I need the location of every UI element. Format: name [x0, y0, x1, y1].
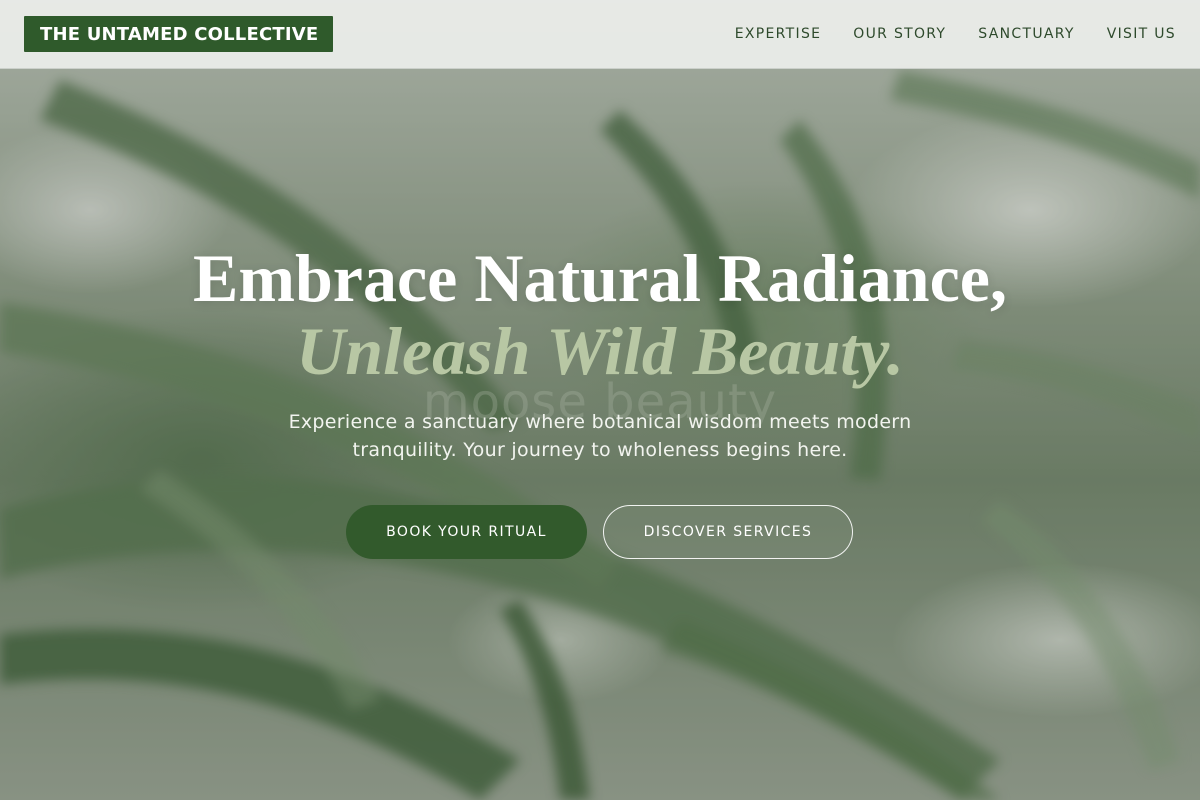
nav-link-visit-us[interactable]: VISIT US	[1107, 26, 1176, 42]
nav-link-our-story[interactable]: OUR STORY	[853, 26, 946, 42]
book-ritual-button[interactable]: BOOK YOUR RITUAL	[346, 505, 587, 559]
brand-logo[interactable]: THE UNTAMED COLLECTIVE	[24, 16, 334, 52]
discover-services-button[interactable]: DISCOVER SERVICES	[603, 505, 853, 559]
hero-headline-accent: Unleash Wild Beauty.	[296, 313, 904, 389]
hero-headline-primary: Embrace Natural Radiance,	[192, 240, 1007, 316]
hero-description: Experience a sanctuary where botanical w…	[288, 411, 912, 461]
nav-link-expertise[interactable]: EXPERTISE	[735, 26, 822, 42]
hero-section: moose beauty Embrace Natural Radiance, U…	[0, 0, 1200, 800]
nav-link-sanctuary[interactable]: SANCTUARY	[978, 26, 1074, 42]
site-header: THE UNTAMED COLLECTIVE EXPERTISE OUR STO…	[0, 0, 1200, 69]
main-nav: EXPERTISE OUR STORY SANCTUARY VISIT US	[735, 26, 1176, 42]
